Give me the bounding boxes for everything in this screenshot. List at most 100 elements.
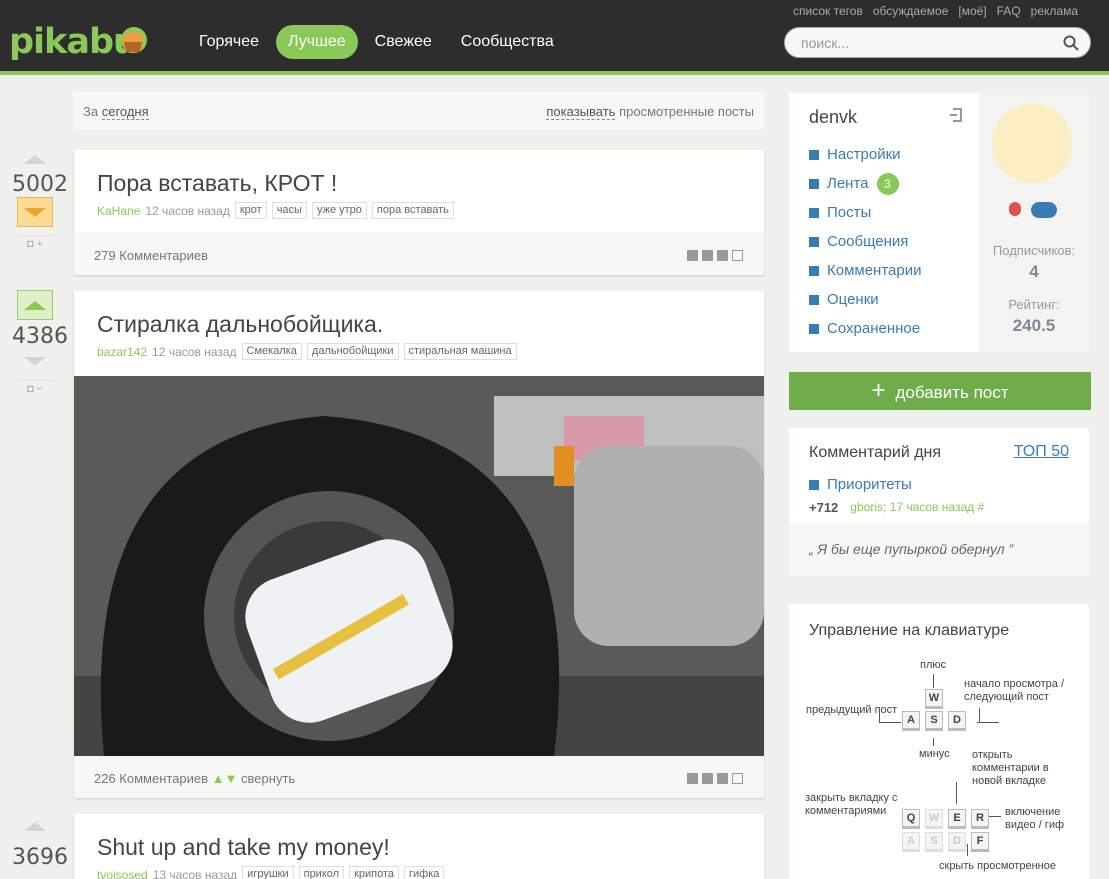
period-select[interactable]: сегодня	[101, 104, 149, 120]
vote-comment-button[interactable]: ◘ −	[18, 380, 52, 395]
avatar[interactable]	[992, 103, 1072, 183]
post-tag[interactable]: дальнобойщики	[306, 343, 399, 360]
filter-prefix: За	[83, 104, 99, 119]
feed-badge: 3	[876, 172, 899, 195]
vk-icon[interactable]	[702, 773, 713, 784]
menu-settings[interactable]: Настройки	[809, 140, 921, 169]
search-icon[interactable]	[1063, 35, 1079, 51]
collapse-link[interactable]: свернуть	[241, 771, 295, 786]
post-tag[interactable]: крипота	[349, 866, 400, 879]
username[interactable]: denvk	[809, 107, 857, 128]
mail-icon	[809, 236, 819, 247]
facebook-icon[interactable]	[687, 250, 698, 261]
search-input[interactable]: поиск...	[784, 27, 1091, 58]
post-tag[interactable]: Смекалка	[241, 343, 302, 360]
downvote-button[interactable]	[17, 197, 53, 227]
toggle-icon[interactable]	[1031, 202, 1057, 218]
comments-link[interactable]: 226 Комментариев ▲▼ свернуть	[94, 771, 295, 786]
post-card: Пора вставать, КРОТ ! KaHane 12 часов на…	[74, 150, 764, 275]
post-tag[interactable]: стиральная машина	[403, 343, 517, 360]
arrows-icon: ▲▼	[211, 771, 238, 786]
menu-messages[interactable]: Сообщения	[809, 227, 921, 256]
vote-block: 5002 ◘ +	[12, 155, 68, 250]
upvote-button[interactable]	[24, 822, 46, 831]
post-author[interactable]: bazar142	[97, 345, 147, 359]
post-time: 12 часов назад	[145, 203, 230, 218]
menu-feed[interactable]: Лента 3	[809, 169, 921, 198]
add-post-button[interactable]: + добавить пост	[789, 372, 1091, 410]
twitter-icon[interactable]	[717, 773, 728, 784]
post-rating: 5002	[12, 172, 68, 197]
post-tag[interactable]: гифка	[404, 866, 445, 879]
upvote-button[interactable]	[24, 155, 46, 164]
key-q: Q	[902, 809, 920, 827]
post-tag[interactable]: уже утро	[311, 202, 367, 219]
downvote-button[interactable]	[24, 357, 46, 366]
cod-time[interactable]: 17 часов назад	[890, 500, 974, 515]
gear-icon	[809, 149, 819, 160]
post-tag[interactable]: крот	[234, 202, 267, 219]
kb-label-start: начало просмотра / следующий пост	[964, 678, 1065, 703]
vote-block: 4386 ◘ −	[12, 290, 68, 395]
nav-fresh[interactable]: Свежее	[363, 25, 444, 59]
header: pikabu Горячее Лучшее Свежее Сообщества …	[0, 0, 1109, 75]
cod-author[interactable]: gboris;	[850, 500, 886, 515]
post-title[interactable]: Пора вставать, КРОТ !	[97, 170, 337, 197]
post-title[interactable]: Стиралка дальнобойщика.	[97, 311, 383, 338]
save-icon[interactable]	[732, 250, 743, 261]
feed-icon	[809, 178, 819, 189]
twitter-icon[interactable]	[717, 250, 728, 261]
nav-best[interactable]: Лучшее	[276, 25, 358, 59]
camera-icon: ◘	[26, 383, 34, 395]
key-d: D	[948, 711, 966, 729]
post-meta: bazar142 12 часов назад Смекалка дальноб…	[97, 343, 517, 360]
cod-quote[interactable]: „ Я бы еще пупыркой обернул ”	[789, 524, 1089, 576]
link-mine[interactable]: [моё]	[958, 4, 986, 18]
share-buttons	[683, 773, 743, 784]
kb-label-close: закрыть вкладку с комментариями	[805, 792, 898, 817]
kb-label-plus: плюс	[920, 659, 947, 671]
post-tag[interactable]: пора вставать	[371, 202, 454, 219]
logout-icon[interactable]	[949, 107, 965, 123]
top50-link[interactable]: ТОП 50	[1014, 443, 1069, 461]
cod-hash[interactable]: #	[977, 500, 984, 515]
save-icon[interactable]	[732, 773, 743, 784]
show-viewed-toggle[interactable]: показывать	[546, 104, 616, 120]
facebook-icon[interactable]	[687, 773, 698, 784]
rating-value: 240.5	[1012, 316, 1056, 335]
link-tags[interactable]: список тегов	[793, 4, 863, 18]
post-author[interactable]: tvoisosed	[97, 868, 148, 879]
filter-suffix: просмотренные посты	[619, 104, 754, 119]
kb-label-video: включение видео / гиф	[1005, 806, 1065, 831]
post-tag[interactable]: часы	[271, 202, 307, 219]
upvote-button[interactable]	[17, 290, 53, 320]
menu-posts[interactable]: Посты	[809, 198, 921, 227]
rating-icon	[809, 294, 819, 305]
post-tag[interactable]: прикол	[298, 866, 345, 879]
post-title[interactable]: Shut up and take my money!	[97, 834, 390, 861]
post-meta: tvoisosed 13 часов назад игрушки прикол …	[97, 866, 445, 879]
link-discussed[interactable]: обсуждаемое	[873, 4, 949, 18]
cod-post-link[interactable]: Приоритеты	[809, 476, 912, 493]
key-r: R	[971, 809, 989, 827]
nav-hot[interactable]: Горячее	[187, 25, 271, 59]
post-image[interactable]	[74, 376, 764, 756]
comments-link[interactable]: 279 Комментариев	[94, 248, 208, 263]
vote-comment-button[interactable]: ◘ +	[18, 235, 52, 250]
post-author[interactable]: KaHane	[97, 204, 140, 218]
vk-icon[interactable]	[702, 250, 713, 261]
link-ads[interactable]: реклама	[1031, 4, 1078, 18]
post-tag[interactable]: игрушки	[242, 866, 294, 879]
cod-score: +712	[809, 500, 839, 515]
post-meta: KaHane 12 часов назад крот часы уже утро…	[97, 202, 454, 219]
link-faq[interactable]: FAQ	[997, 4, 1021, 18]
menu-saved[interactable]: Сохраненное	[809, 314, 921, 343]
kb-label-prev: предыдущий пост	[806, 704, 898, 716]
key-e: E	[948, 809, 966, 827]
keyboard-help: Управление на клавиатуре плюс начало про…	[789, 604, 1089, 879]
rating-label: Рейтинг:	[1008, 297, 1060, 312]
nav-communities[interactable]: Сообщества	[449, 25, 566, 59]
post-card: Shut up and take my money! tvoisosed 13 …	[74, 814, 764, 879]
menu-ratings[interactable]: Оценки	[809, 285, 921, 314]
menu-comments[interactable]: Комментарии	[809, 256, 921, 285]
